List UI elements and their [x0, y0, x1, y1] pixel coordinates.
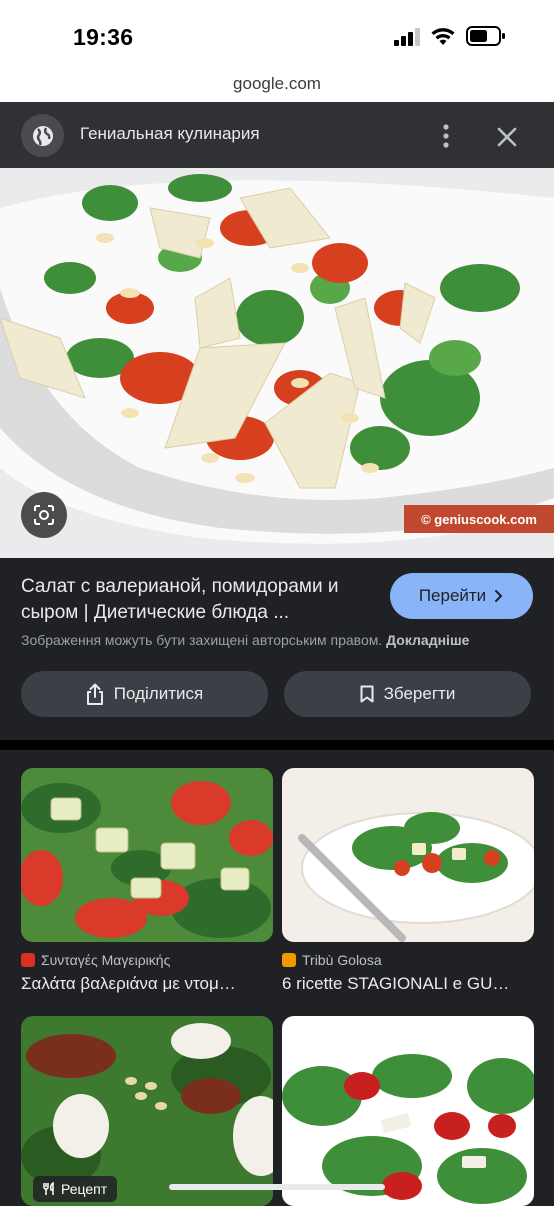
salad-photo — [0, 168, 554, 558]
related-card[interactable] — [282, 1016, 534, 1206]
copyright-text: Зображення можуть бути захищені авторськ… — [21, 632, 383, 648]
source-name: Tribù Golosa — [302, 952, 382, 968]
status-time: 19:36 — [73, 24, 134, 50]
visit-button-label: Перейти — [418, 586, 487, 605]
related-images-grid: Συνταγές Μαγειρικής Σαλάτα βαλεριάνα με … — [0, 750, 554, 1206]
share-button[interactable]: Поділитися — [21, 671, 268, 717]
fork-knife-icon — [43, 1182, 54, 1195]
related-thumbnail[interactable] — [282, 1016, 534, 1206]
share-icon — [86, 683, 103, 705]
close-icon[interactable] — [492, 122, 522, 152]
save-button[interactable]: Зберегти — [284, 671, 531, 717]
source-favicon — [282, 953, 296, 967]
cellular-signal-icon — [394, 28, 420, 46]
google-lens-icon[interactable] — [21, 492, 67, 538]
main-image[interactable]: © geniuscook.com — [0, 168, 554, 558]
wifi-icon — [431, 28, 455, 45]
result-info-panel: Салат с валерианой, помидорами и сыром |… — [0, 558, 554, 740]
related-thumbnail[interactable]: Рецепт — [21, 1016, 273, 1206]
globe-icon[interactable] — [21, 114, 64, 157]
url-domain[interactable]: google.com — [0, 74, 554, 94]
image-watermark: © geniuscook.com — [404, 505, 554, 533]
image-viewer-header: Гениальная кулинария — [0, 102, 554, 168]
source-favicon — [21, 953, 35, 967]
related-thumbnail[interactable] — [282, 768, 534, 942]
related-thumbnail[interactable] — [21, 768, 273, 942]
related-card[interactable]: Рецепт — [21, 1016, 273, 1206]
save-button-label: Зберегти — [383, 684, 456, 703]
result-title[interactable]: Салат с валерианой, помидорами и сыром |… — [21, 574, 376, 626]
share-button-label: Поділитися — [113, 684, 204, 703]
recipe-badge: Рецепт — [33, 1176, 118, 1202]
related-card[interactable]: Συνταγές Μαγειρικής Σαλάτα βαλεριάνα με … — [21, 768, 273, 994]
source-name: Συνταγές Μαγειρικής — [41, 952, 171, 968]
visit-button[interactable]: Перейти — [390, 573, 533, 619]
home-indicator[interactable] — [169, 1184, 385, 1190]
status-bar: 19:36 — [0, 0, 554, 68]
site-name[interactable]: Гениальная кулинария — [80, 124, 260, 144]
bookmark-icon — [360, 685, 374, 703]
recipe-badge-label: Рецепт — [61, 1181, 108, 1197]
battery-icon — [466, 26, 505, 46]
url-bar[interactable]: google.com — [0, 68, 554, 102]
copyright-notice: Зображення можуть бути захищені авторськ… — [21, 632, 541, 648]
related-caption[interactable]: 6 ricette STAGIONALI e GU… — [282, 974, 534, 994]
section-divider — [0, 740, 554, 750]
learn-more-link[interactable]: Докладніше — [386, 632, 469, 648]
related-caption[interactable]: Σαλάτα βαλεριάνα με ντομ… — [21, 974, 273, 994]
more-vert-icon[interactable] — [434, 120, 458, 152]
related-card[interactable]: Tribù Golosa 6 ricette STAGIONALI e GU… — [282, 768, 534, 994]
chevron-right-icon — [495, 590, 503, 602]
